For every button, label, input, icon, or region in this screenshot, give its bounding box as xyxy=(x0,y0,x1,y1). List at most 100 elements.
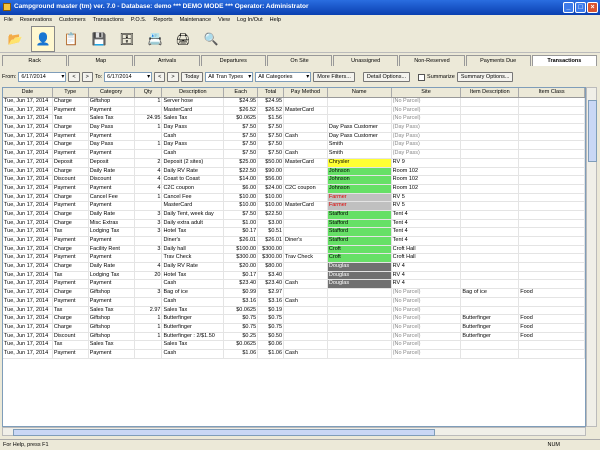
table-row[interactable]: Tue, Jun 17, 2014 Payment Payment Cash $7.50… xyxy=(3,132,585,142)
tab-arrivals[interactable]: Arrivals xyxy=(134,55,200,66)
prev-to-date-button[interactable]: < xyxy=(154,72,166,82)
table-row[interactable]: Tue, Jun 17, 2014 Charge Day Pass 1 Day Pass… xyxy=(3,124,585,133)
table-row[interactable]: Tue, Jun 17, 2014 Tax Lodging Tax 20 Hotel T… xyxy=(3,271,585,281)
categories-select[interactable]: All Categories xyxy=(255,72,312,82)
search-tool-button[interactable]: 🔍 xyxy=(199,26,223,52)
minimize-button[interactable]: _ xyxy=(563,2,574,13)
column-header-description[interactable]: Description xyxy=(162,88,225,97)
table-row[interactable]: Tue, Jun 17, 2014 Charge Cancel Fee 1 Cancel… xyxy=(3,193,585,203)
tab-rack[interactable]: Rack xyxy=(2,55,68,66)
column-header-pay-method[interactable]: Pay Method xyxy=(284,88,328,97)
print-tool-button[interactable]: 🖨 xyxy=(171,26,195,52)
horizontal-scroll-thumb[interactable] xyxy=(13,429,435,436)
table-row[interactable]: Tue, Jun 17, 2014 Discount Giftshop 1 Butter… xyxy=(3,332,585,342)
cell-site: RV 4 xyxy=(392,271,462,280)
menu-file[interactable]: File xyxy=(4,15,13,25)
column-header-item-description[interactable]: Item Description xyxy=(461,88,520,97)
column-header-name[interactable]: Name xyxy=(328,88,392,97)
menu-customers[interactable]: Customers xyxy=(59,15,86,25)
menu-reservations[interactable]: Reservations xyxy=(20,15,52,25)
table-row[interactable]: Tue, Jun 17, 2014 Payment Payment 4 C2C coup… xyxy=(3,184,585,194)
cell-pay-method xyxy=(284,210,328,219)
table-row[interactable]: Tue, Jun 17, 2014 Charge Giftshop 1 Butterfi… xyxy=(3,323,585,333)
cell-qty: 24.95 xyxy=(135,115,163,124)
table-row[interactable]: Tue, Jun 17, 2014 Tax Sales Tax Sales Tax $0… xyxy=(3,341,585,350)
tab-transactions[interactable]: Transactions xyxy=(531,55,597,66)
cell-each: $0.99 xyxy=(224,289,259,297)
cell-each: $1.00 xyxy=(224,219,259,228)
column-header-each[interactable]: Each xyxy=(224,88,259,97)
prev-date-button[interactable]: < xyxy=(68,72,80,82)
menu-reports[interactable]: Reports xyxy=(153,15,172,25)
tab-departures[interactable]: Departures xyxy=(200,55,266,66)
column-header-type[interactable]: Type xyxy=(53,88,89,97)
table-row[interactable]: Tue, Jun 17, 2014 Charge Daily Rate 4 Daily … xyxy=(3,263,585,272)
table-row[interactable]: Tue, Jun 17, 2014 Charge Giftshop 1 Server h… xyxy=(3,98,585,107)
tab-unassigned[interactable]: Unassigned xyxy=(333,55,399,66)
from-date-picker[interactable]: 6/17/2014 xyxy=(18,72,67,82)
menu-log-in-out[interactable]: Log In/Out xyxy=(237,15,263,25)
detail-options-button[interactable]: Detail Options... xyxy=(362,72,411,82)
contact-tool-button[interactable]: 📇 xyxy=(143,26,167,52)
column-header-date[interactable]: Date xyxy=(3,88,53,97)
column-header-item-class[interactable]: Item Class xyxy=(519,88,585,97)
horizontal-scrollbar[interactable] xyxy=(2,427,586,436)
vertical-scroll-thumb[interactable] xyxy=(588,100,597,162)
table-row[interactable]: Tue, Jun 17, 2014 Charge Daily Rate 3 Daily … xyxy=(3,210,585,220)
cell-item-class xyxy=(519,132,585,141)
column-header-site[interactable]: Site xyxy=(392,88,462,97)
table-row[interactable]: Tue, Jun 17, 2014 Payment Payment Cash $23.4… xyxy=(3,280,585,290)
column-header-qty[interactable]: Qty xyxy=(135,88,163,97)
table-row[interactable]: Tue, Jun 17, 2014 Payment Payment MasterCar… xyxy=(3,202,585,211)
tab-on-site[interactable]: On Site xyxy=(266,55,333,66)
table-row[interactable]: Tue, Jun 17, 2014 Payment Payment Trav Chec… xyxy=(3,254,585,264)
cell-category: Day Pass xyxy=(89,141,135,150)
cell-item-class: Food xyxy=(519,289,585,297)
table-row[interactable]: Tue, Jun 17, 2014 Payment Payment MasterCar… xyxy=(3,106,585,116)
table-row[interactable]: Tue, Jun 17, 2014 Tax Sales Tax 24.95 Sales … xyxy=(3,115,585,125)
today-button[interactable]: Today xyxy=(180,72,204,82)
register-tool-button[interactable]: 🗄 xyxy=(115,26,139,52)
folder-tool-button[interactable]: 📂 xyxy=(3,26,27,52)
menu-view[interactable]: View xyxy=(218,15,230,25)
table-row[interactable]: Tue, Jun 17, 2014 Payment Payment Cash $3.16… xyxy=(3,297,585,307)
table-row[interactable]: Tue, Jun 17, 2014 Payment Payment Cash $1.06… xyxy=(3,349,585,359)
menu-transactions[interactable]: Transactions xyxy=(93,15,124,25)
cell-total: $50.00 xyxy=(258,158,285,167)
table-row[interactable]: Tue, Jun 17, 2014 Charge Giftshop 3 Bag of i… xyxy=(3,289,585,298)
customer-tool-button[interactable]: 👤 xyxy=(31,26,55,52)
table-row[interactable]: Tue, Jun 17, 2014 Tax Lodging Tax 3 Hotel Ta… xyxy=(3,228,585,237)
next-date-button[interactable]: > xyxy=(81,72,93,82)
vertical-scrollbar[interactable] xyxy=(586,87,597,427)
table-row[interactable]: Tue, Jun 17, 2014 Charge Daily Rate 4 Daily … xyxy=(3,167,585,177)
tran-types-select[interactable]: All Tran Types xyxy=(205,72,254,82)
menu-p-o-s[interactable]: P.O.S. xyxy=(131,15,147,25)
table-row[interactable]: Tue, Jun 17, 2014 Payment Payment Diner's $2… xyxy=(3,237,585,246)
to-date-picker[interactable]: 6/17/2014 xyxy=(104,72,153,82)
table-row[interactable]: Tue, Jun 17, 2014 Charge Giftshop 1 Butterfi… xyxy=(3,315,585,324)
close-button[interactable]: × xyxy=(587,2,598,13)
menu-help[interactable]: Help xyxy=(270,15,281,25)
table-row[interactable]: Tue, Jun 17, 2014 Charge Day Pass 1 Day Pass… xyxy=(3,141,585,151)
next-to-date-button[interactable]: > xyxy=(167,72,179,82)
table-row[interactable]: Tue, Jun 17, 2014 Discount Discount 4 Coast … xyxy=(3,176,585,185)
copy-tool-button[interactable]: 📋 xyxy=(59,26,83,52)
column-header-category[interactable]: Category xyxy=(89,88,135,97)
cell-item-class xyxy=(519,202,585,210)
tab-non-reserved[interactable]: Non-Reserved xyxy=(399,55,465,66)
summarize-checkbox[interactable] xyxy=(418,73,426,81)
table-row[interactable]: Tue, Jun 17, 2014 Tax Sales Tax 2.97 Sales T… xyxy=(3,306,585,316)
tab-map[interactable]: Map xyxy=(68,55,134,66)
cell-pay-method xyxy=(284,98,328,106)
table-row[interactable]: Tue, Jun 17, 2014 Charge Facility Rent 3 Dai… xyxy=(3,245,585,255)
table-row[interactable]: Tue, Jun 17, 2014 Deposit Deposit 2 Deposit … xyxy=(3,158,585,168)
maximize-button[interactable]: □ xyxy=(575,2,586,13)
table-row[interactable]: Tue, Jun 17, 2014 Payment Payment Cash $7.50… xyxy=(3,150,585,159)
table-row[interactable]: Tue, Jun 17, 2014 Charge Misc Extras 3 Daily… xyxy=(3,219,585,229)
save-tool-button[interactable]: 💾 xyxy=(87,26,111,52)
more-filters-button[interactable]: More Filters... xyxy=(313,72,355,82)
menu-maintenance[interactable]: Maintenance xyxy=(180,15,212,25)
tab-payments-due[interactable]: Payments Due xyxy=(465,55,531,66)
summary-options-button[interactable]: Summary Options... xyxy=(456,72,514,82)
column-header-total[interactable]: Total xyxy=(258,88,285,97)
